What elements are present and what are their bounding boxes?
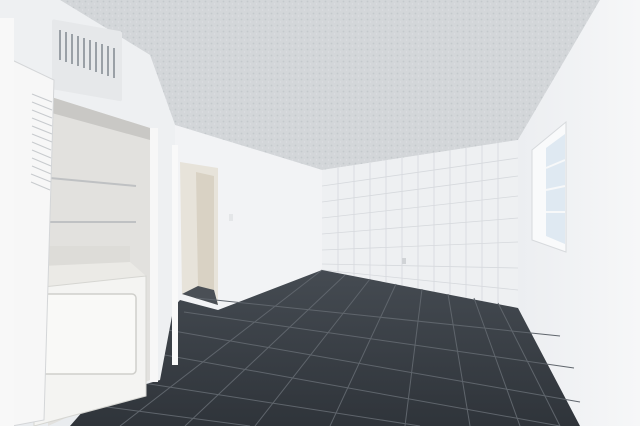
room-illustration xyxy=(0,0,640,426)
air-vent xyxy=(52,19,122,102)
washer-door xyxy=(37,293,137,375)
door-frame-left xyxy=(0,18,14,426)
door-frame-center xyxy=(150,128,158,382)
hallway-far-wall xyxy=(196,172,214,290)
wall-outlet xyxy=(402,258,406,264)
room-photo xyxy=(0,0,640,426)
open-door-edge xyxy=(172,145,178,365)
light-switch xyxy=(229,214,233,221)
